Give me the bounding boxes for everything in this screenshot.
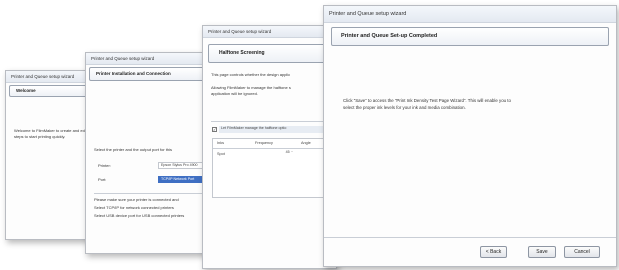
step-header-title: Halftone Screening (219, 50, 265, 56)
step-header-panel: Printer and Queue Set-up Completed (331, 27, 609, 46)
window-title: Printer and Queue setup wizard (86, 53, 213, 65)
step-header-title: Printer Installation and Connection (96, 71, 171, 76)
divider (94, 193, 212, 194)
window-title: Printer and Queue setup wizard (6, 71, 92, 83)
window-title: Printer and Queue setup wizard (324, 6, 616, 23)
wizard-window-setup-completed: Printer and Queue setup wizard Printer a… (323, 5, 617, 267)
step-header-title: Printer and Queue Set-up Completed (341, 33, 438, 39)
wizard-window-printer-installation: Printer and Queue setup wizard Printer I… (85, 52, 214, 254)
note-line-1: Please make sure your printer is connect… (94, 197, 179, 202)
column-header-frequency: Frequency (255, 141, 273, 145)
completion-text-line-1: Click “Save” to access the “Print Ink De… (343, 98, 511, 103)
manage-halftone-checkbox[interactable]: ✓ (212, 127, 217, 132)
table-cell-ink: Spot (217, 152, 225, 156)
frequency-select[interactable]: 45 ·· (269, 150, 293, 157)
port-label: Port: (98, 177, 107, 182)
printer-label: Printer: (98, 163, 111, 168)
divider (211, 121, 335, 122)
window-title: Printer and Queue setup wizard (203, 26, 336, 38)
description-line-1: This page controls whether the design ap… (211, 72, 291, 77)
column-header-angle: Angle (301, 141, 311, 145)
step-header-panel: Printer Installation and Connection (89, 67, 213, 81)
halftone-table: Inks Frequency Angle Spot 45 ·· 22 · (212, 138, 336, 198)
button-bar-divider (324, 237, 616, 238)
step-header-title: Welcome (16, 88, 36, 93)
note-line-2: Select TCP/IP for network connected prin… (94, 205, 174, 210)
cancel-button[interactable]: Cancel (564, 246, 600, 258)
wizard-window-welcome: Printer and Queue setup wizard Welcome W… (5, 70, 93, 240)
description-line-3: application will be ignored. (211, 91, 258, 96)
step-header-panel: Welcome (9, 85, 87, 97)
manage-halftone-option[interactable]: Let FilmMaker manage the halftone optio (219, 126, 335, 133)
intro-text: Select the printer and the output port f… (94, 147, 173, 152)
column-header-inks: Inks (217, 141, 224, 145)
completion-text-line-2: select the proper ink levels for your in… (343, 105, 466, 110)
back-button[interactable]: < Back (480, 246, 507, 258)
save-button[interactable]: Save (528, 246, 556, 258)
table-header-divider (213, 148, 336, 149)
wizard-window-halftone-screening: Printer and Queue setup wizard Halftone … (202, 25, 337, 269)
step-header-panel: Halftone Screening (208, 44, 336, 63)
welcome-text-line-2: steps to start printing quickly. (14, 134, 66, 139)
note-line-3: Select USB device port for USB connected… (94, 213, 185, 218)
